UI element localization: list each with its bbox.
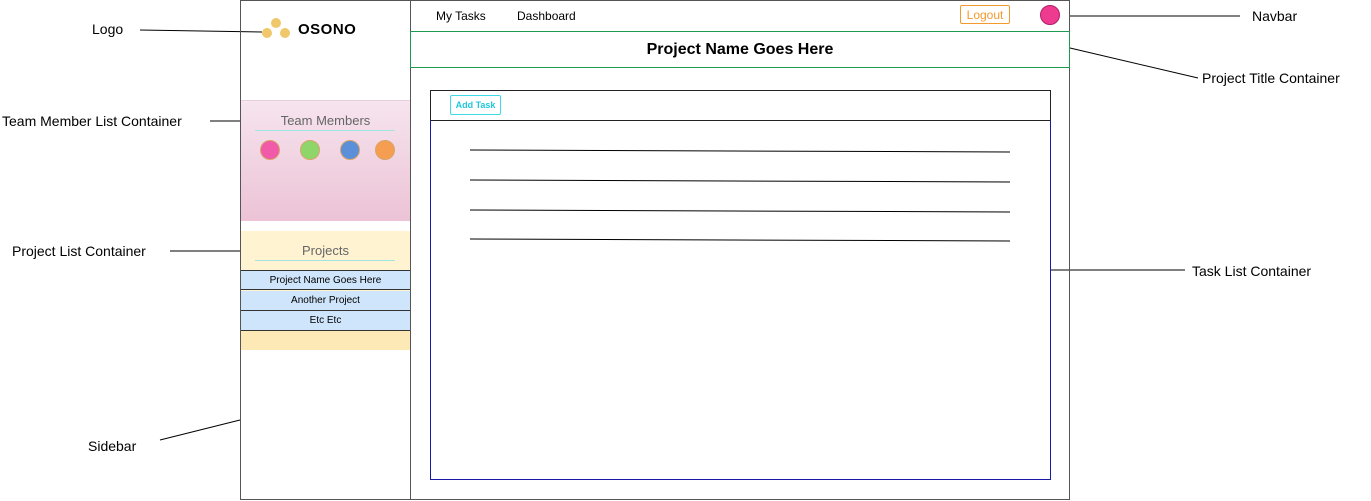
- project-list-item[interactable]: Etc Etc: [241, 311, 410, 331]
- logo[interactable]: OSONO: [262, 18, 356, 40]
- project-title: Project Name Goes Here: [410, 31, 1070, 68]
- project-title-leader: [1069, 47, 1199, 79]
- projects-heading: Projects: [302, 243, 349, 258]
- add-task-button[interactable]: Add Task: [450, 95, 501, 115]
- callout-project-title-container: Project Title Container: [1202, 70, 1340, 86]
- team-member-avatar[interactable]: [300, 140, 320, 160]
- nav-link-dashboard[interactable]: Dashboard: [517, 9, 576, 23]
- callout-logo: Logo: [92, 21, 124, 37]
- team-members-heading: Team Members: [280, 113, 371, 128]
- user-avatar[interactable]: [1040, 5, 1060, 25]
- projects-divider: [255, 260, 395, 261]
- callout-task-list-container: Task List Container: [1192, 263, 1312, 279]
- team-member-avatar[interactable]: [375, 140, 395, 160]
- callout-team-member-list-container: Team Member List Container: [2, 113, 182, 129]
- task-list-header: [430, 90, 1051, 121]
- projects-footer: [241, 331, 410, 350]
- logo-icon: [262, 18, 290, 40]
- callout-sidebar: Sidebar: [88, 438, 137, 454]
- brand-name: OSONO: [298, 20, 357, 38]
- task-list-container: [430, 120, 1051, 480]
- project-list-item[interactable]: Another Project: [241, 291, 410, 311]
- callout-project-list-container: Project List Container: [12, 243, 146, 259]
- callout-navbar: Navbar: [1252, 8, 1298, 24]
- sidebar-leader: [159, 419, 241, 441]
- nav-link-my-tasks[interactable]: My Tasks: [436, 9, 486, 23]
- team-member-avatar[interactable]: [260, 140, 280, 160]
- team-member-avatar[interactable]: [340, 140, 360, 160]
- project-list-item[interactable]: Project Name Goes Here: [241, 270, 410, 290]
- team-members-divider: [255, 130, 395, 131]
- logout-button[interactable]: Logout: [960, 5, 1010, 24]
